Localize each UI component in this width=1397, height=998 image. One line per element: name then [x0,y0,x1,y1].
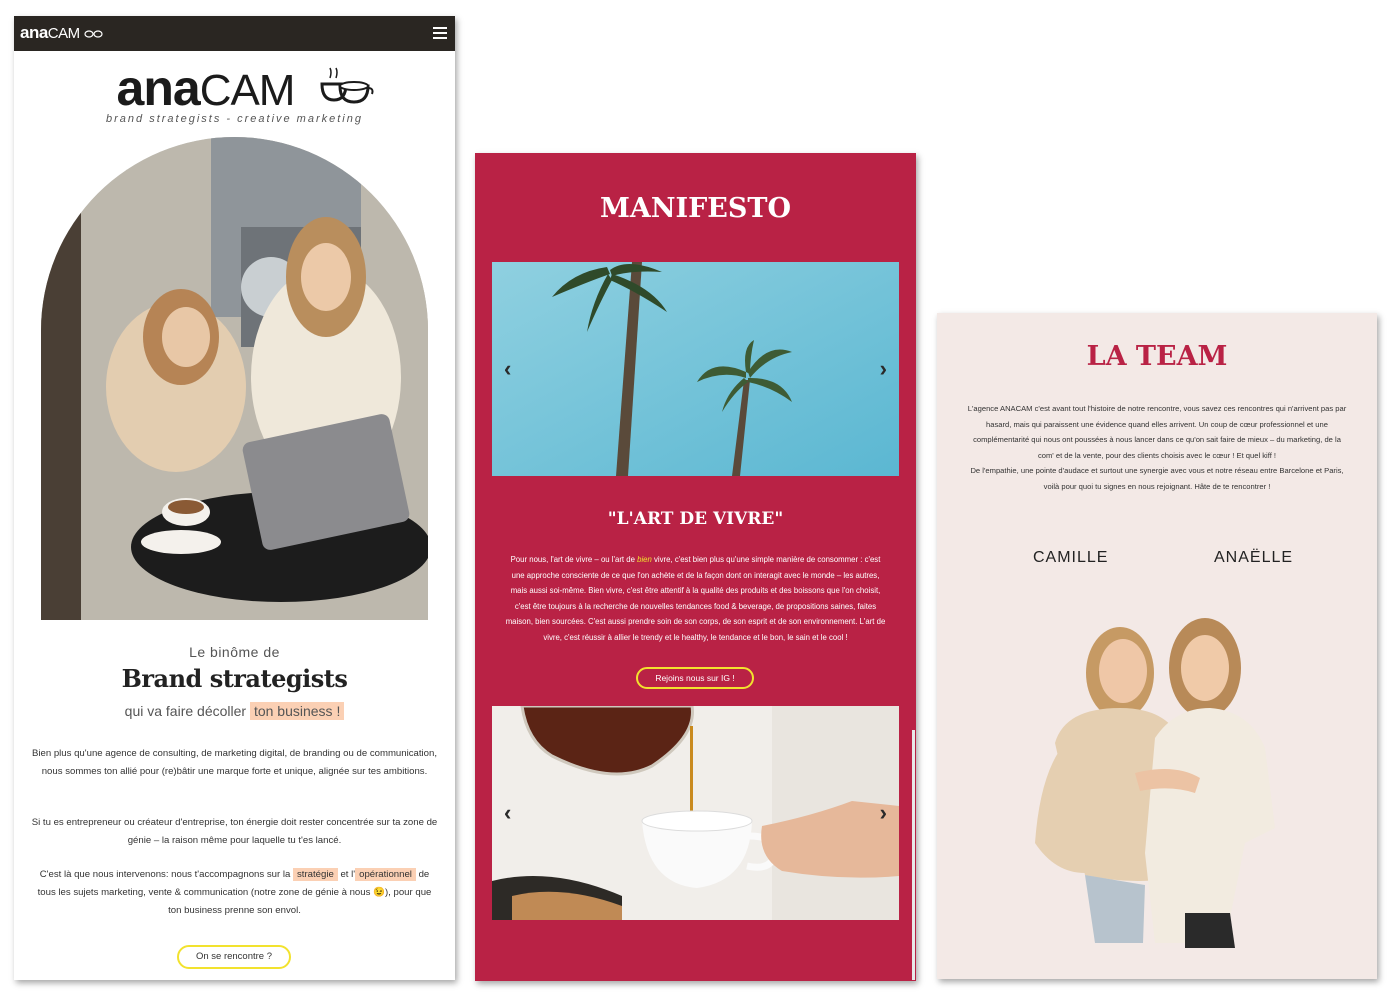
intro-paragraph-2: Si tu es entrepreneur ou créateur d'entr… [31,817,438,846]
home-mobile-panel: anaCAM anaCAM brand strategists - creati… [14,16,455,980]
meet-us-button[interactable]: On se rencontre ? [177,945,291,969]
art-text-part-b: vivre, c'est bien plus qu'une simple man… [505,555,886,642]
nav-logo-bold: ana [20,23,48,42]
intro-small-text: Le binôme de [189,644,280,660]
scrollbar[interactable] [912,730,915,980]
art-de-vivre-title: "L'ART DE VIVRE" [607,509,784,529]
coffee-slide: ‹ › [492,706,899,920]
palm-trees-slide: ‹ › [492,262,899,476]
team-paragraph-1: L'agence ANACAM c'est avant tout l'histo… [967,404,1347,460]
chevron-left-icon[interactable]: ‹ [504,802,511,824]
intro-subline: qui va faire décoller ton business ! [14,702,455,720]
coffee-cups-logo-icon [320,67,374,104]
chevron-right-icon[interactable]: › [880,802,887,824]
p3-part-a: C'est là que nous intervenons: nous t'ac… [39,869,291,880]
hero-photo [41,137,428,620]
logo-tagline: brand strategists - creative marketing [106,113,363,125]
intro-sub-highlight: ton business ! [249,702,345,720]
member-name-camille: CAMILLE [1033,549,1109,566]
nav-cup-icon [84,29,103,38]
hamburger-menu-icon[interactable] [433,27,447,39]
member-name-anaelle: ANAËLLE [1214,549,1294,566]
manifesto-title: MANIFESTO [599,193,791,224]
team-photo [1035,618,1275,948]
nav-logo-thin: CAM [47,25,80,42]
chevron-right-icon[interactable]: › [880,358,887,380]
art-text-part-a: Pour nous, l'art de vivre – ou l'art de [510,555,635,564]
logo-bold: ana [116,60,201,116]
nav-logo[interactable]: anaCAM [20,23,104,43]
coffee-pour-image [492,706,899,920]
p3-part-b: et l' [340,869,356,880]
top-navbar: anaCAM [14,16,455,51]
brand-logo: anaCAM brand strategists - creative mark… [14,63,455,125]
manifesto-panel: MANIFESTO ‹ › "L'ART DE VIVRE" Pour nous… [475,153,916,981]
team-title: LA TEAM [1086,341,1228,372]
intro-headline: Brand strategists [121,664,348,693]
p3-highlight-operationnel: opérationnel [355,868,416,881]
team-panel: LA TEAM L'agence ANACAM c'est avant tout… [937,313,1377,979]
logo-thin: CAM [199,66,296,115]
team-text: L'agence ANACAM c'est avant tout l'histo… [967,401,1347,495]
p3-highlight-strategie: stratégie [293,868,338,881]
palm-trees-image [492,262,899,476]
instagram-button[interactable]: Rejoins nous sur IG ! [636,667,754,689]
art-de-vivre-text: Pour nous, l'art de vivre – ou l'art de … [505,552,886,645]
intro-paragraph-1: Bien plus qu'une agence de consulting, d… [31,748,438,777]
intro-paragraph-3: C'est là que nous intervenons: nous t'ac… [30,866,439,920]
hero-photo-arch [41,137,428,620]
chevron-left-icon[interactable]: ‹ [504,358,511,380]
art-text-emphasis: bien [637,555,652,564]
intro-sub-prefix: qui va faire décoller [124,703,247,719]
team-paragraph-2: De l'empathie, une pointe d'audace et su… [970,466,1344,491]
